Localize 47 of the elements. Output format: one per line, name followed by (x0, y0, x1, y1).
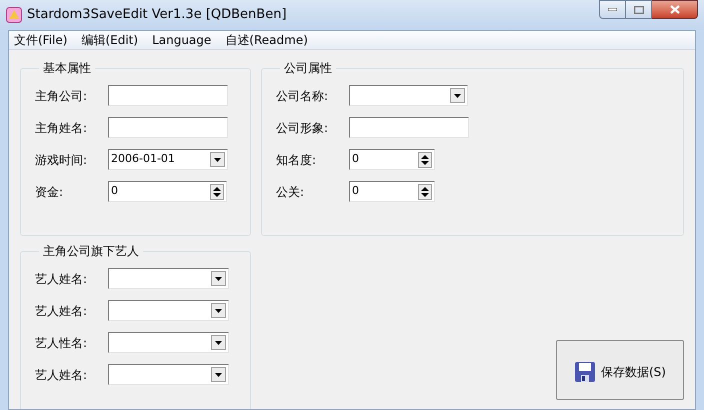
field-label: 艺人姓名: (35, 366, 88, 384)
minimize-icon (608, 8, 617, 11)
field-value: 2006-01-01 (111, 151, 175, 168)
field-label: 知名度: (276, 152, 318, 168)
field-label: 资金: (35, 184, 64, 200)
field-label: 主角姓名: (35, 120, 88, 136)
dropdown-field[interactable] (108, 268, 229, 289)
spin-field[interactable]: 0 (349, 181, 435, 202)
text-field[interactable] (108, 117, 228, 138)
menu-item[interactable]: Language (152, 31, 212, 49)
dropdown-field[interactable]: 2006-01-01 (108, 149, 228, 170)
dropdown-field[interactable] (108, 332, 229, 353)
text-field[interactable] (108, 85, 228, 106)
field-label: 公司名称: (276, 88, 330, 104)
text-field[interactable] (349, 117, 469, 138)
field-label: 游戏时间: (35, 152, 88, 168)
field-label: 公关: (276, 184, 306, 200)
spin-field[interactable]: 0 (108, 181, 227, 202)
menu-item[interactable]: 自述(Readme) (225, 31, 308, 49)
field-value: 0 (111, 183, 118, 200)
window-title: Stardom3SaveEdit Ver1.3e [QDBenBen] (27, 6, 287, 24)
field-label: 公司形象: (276, 120, 330, 136)
dropdown-field[interactable] (108, 300, 229, 321)
spin-arrows-icon[interactable] (418, 152, 432, 168)
field-label: 艺人性名: (35, 334, 88, 352)
app-icon (6, 7, 22, 23)
spin-arrows-icon[interactable] (210, 184, 224, 200)
close-icon (670, 5, 680, 14)
maximize-icon (634, 6, 644, 14)
dropdown-field[interactable] (349, 85, 468, 106)
close-button[interactable] (652, 0, 698, 19)
menu-item[interactable]: 文件(File) (14, 31, 68, 49)
spin-arrows-icon[interactable] (418, 184, 432, 200)
field-value: 0 (352, 151, 359, 168)
spin-field[interactable]: 0 (349, 149, 435, 170)
group-title: 公司属性 (283, 60, 333, 77)
field-label: 艺人姓名: (35, 302, 88, 320)
field-value: 0 (352, 183, 359, 200)
menu-item[interactable]: 编辑(Edit) (81, 31, 138, 49)
group-title: 基本属性 (42, 60, 92, 77)
field-label: 艺人姓名: (35, 270, 88, 288)
minimize-button[interactable] (599, 0, 626, 19)
field-label: 主角公司: (35, 88, 88, 104)
group-title: 主角公司旗下艺人 (42, 243, 140, 260)
maximize-button[interactable] (626, 0, 652, 19)
dropdown-field[interactable] (108, 364, 229, 385)
save-button[interactable]: 保存数据(S) (556, 340, 684, 400)
